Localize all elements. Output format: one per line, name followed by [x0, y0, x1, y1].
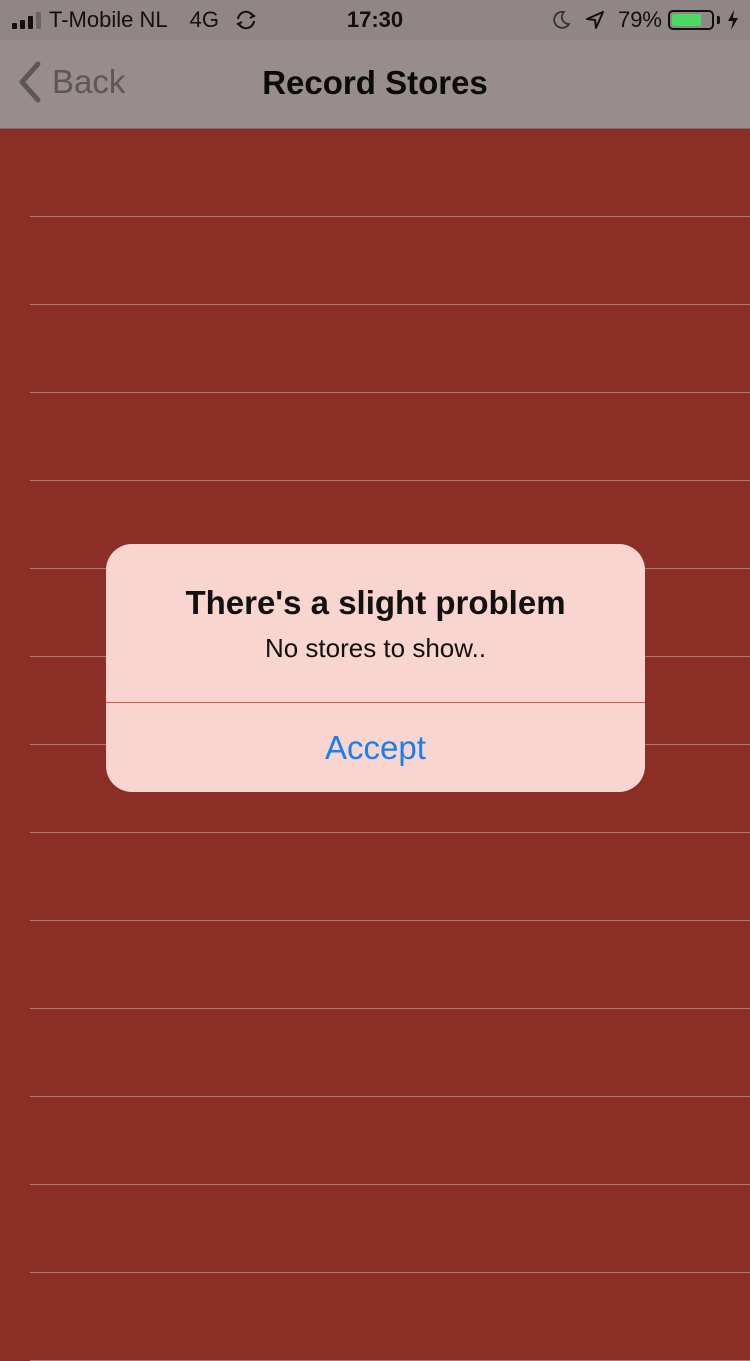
battery-tip	[717, 16, 720, 24]
battery-percent: 79%	[617, 7, 662, 32]
accept-button[interactable]: Accept	[106, 703, 645, 792]
list-row[interactable]	[30, 1185, 750, 1273]
battery-icon	[668, 10, 714, 30]
list-row[interactable]	[30, 1273, 750, 1361]
list-row[interactable]	[30, 217, 750, 305]
navigation-bar: Back Record Stores	[0, 40, 750, 129]
list-row[interactable]	[30, 1097, 750, 1185]
list-row[interactable]	[30, 393, 750, 481]
charging-bolt-icon	[728, 10, 738, 30]
list-row[interactable]	[30, 833, 750, 921]
alert-message: No stores to show..	[264, 633, 487, 663]
list-row[interactable]	[30, 1009, 750, 1097]
list-row[interactable]	[30, 129, 750, 217]
battery-fill	[672, 14, 702, 26]
alert-title: There's a slight problem	[185, 584, 566, 621]
status-bar: T-Mobile NL 4G 17:30 79%	[0, 0, 750, 40]
list-row[interactable]	[30, 921, 750, 1009]
location-icon	[585, 11, 604, 29]
alert-dialog: There's a slight problem No stores to sh…	[106, 544, 645, 792]
list-row[interactable]	[30, 305, 750, 393]
page-title: Record Stores	[262, 64, 488, 101]
status-right: 79%	[550, 7, 740, 33]
moon-icon	[553, 10, 571, 29]
